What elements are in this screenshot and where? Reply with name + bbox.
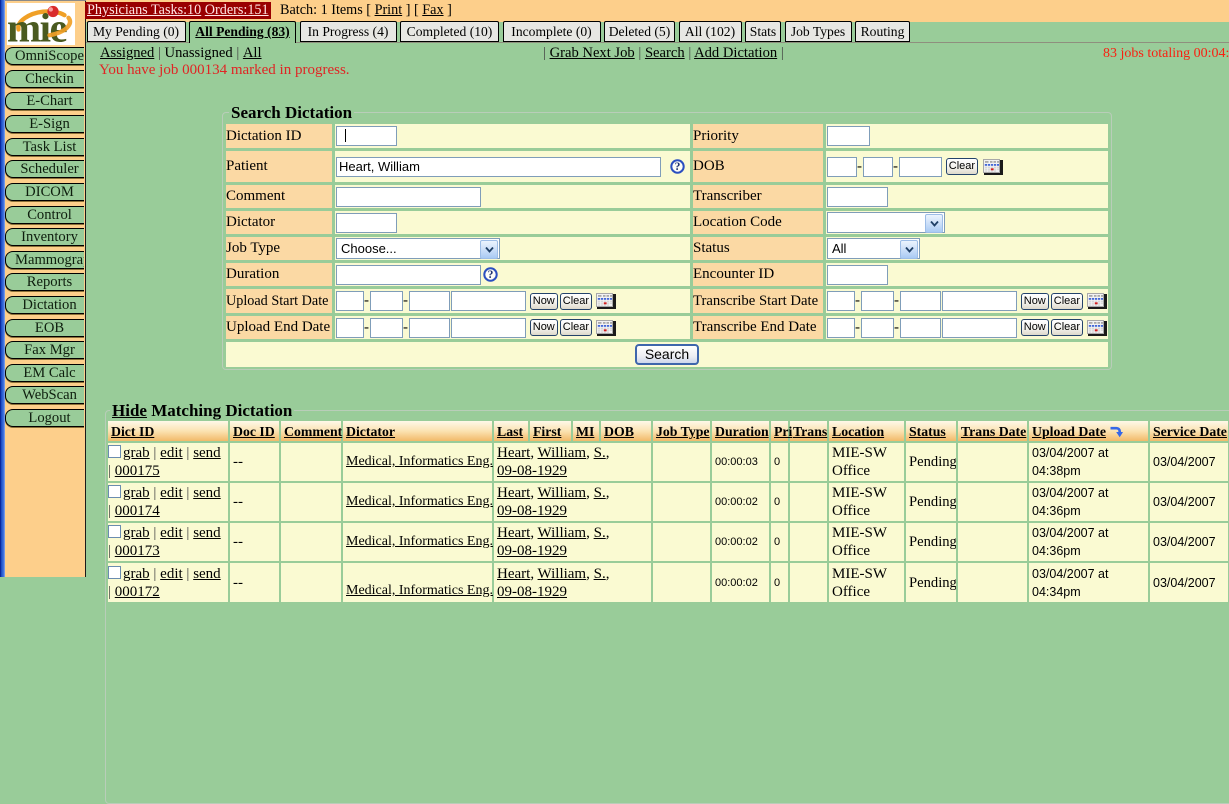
svg-text:?: ? <box>488 269 494 281</box>
svg-text:?: ? <box>675 161 681 173</box>
